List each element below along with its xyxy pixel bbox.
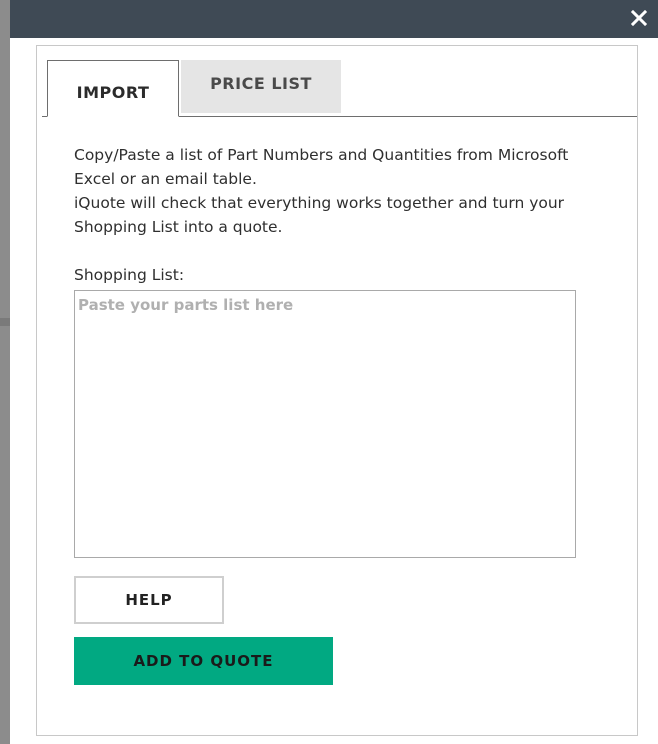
title-bar [10,0,658,38]
add-to-quote-button[interactable]: ADD TO QUOTE [74,637,333,685]
shopping-list-input[interactable] [74,290,576,558]
close-icon[interactable] [624,3,654,33]
help-button[interactable]: HELP [74,576,224,624]
left-rail [0,0,10,744]
instructions: Copy/Paste a list of Part Numbers and Qu… [74,143,614,239]
rail-marker [0,318,10,326]
instructions-line-1: Copy/Paste a list of Part Numbers and Qu… [74,146,569,188]
shopping-list-label: Shopping List: [74,266,185,284]
instructions-line-2: iQuote will check that everything works … [74,194,565,236]
tab-price-list[interactable]: PRICE LIST [181,60,341,113]
tab-import[interactable]: IMPORT [47,60,179,117]
